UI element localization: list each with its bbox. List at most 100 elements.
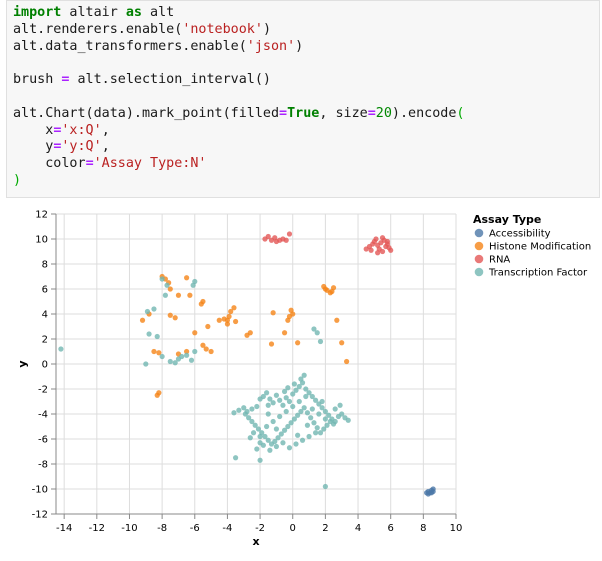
y-tick-label: -2 bbox=[38, 385, 48, 396]
data-point bbox=[304, 422, 311, 428]
data-point bbox=[301, 405, 307, 411]
legend: Assay Type Accessibility Histone Modifica… bbox=[473, 213, 591, 279]
x-tick-label: 4 bbox=[355, 523, 361, 534]
data-point bbox=[249, 406, 255, 412]
data-point bbox=[319, 398, 325, 405]
code-token: = bbox=[279, 105, 288, 121]
data-point bbox=[311, 420, 317, 426]
data-point bbox=[295, 432, 301, 438]
data-point bbox=[167, 312, 173, 318]
y-tick-label: -10 bbox=[32, 485, 48, 496]
data-point bbox=[232, 455, 239, 461]
data-point bbox=[295, 340, 301, 346]
x-tick-label: 0 bbox=[290, 523, 296, 534]
code-token: , size bbox=[319, 105, 368, 121]
scatter-chart: -14 -12 -10 -8 -6 -4 -2 0 2 4 6 8 10 12 10 8 6 4 2 0 -2 -4 -6 -… bbox=[16, 210, 591, 549]
code-token: ) bbox=[13, 172, 22, 188]
y-tick-label: 6 bbox=[42, 285, 48, 296]
code-token: 'Assay Type:N' bbox=[93, 156, 207, 172]
data-point bbox=[254, 403, 260, 410]
data-point bbox=[306, 433, 312, 440]
code-token: ).encode bbox=[391, 105, 457, 121]
data-point bbox=[139, 317, 146, 323]
data-point bbox=[264, 390, 270, 396]
data-point bbox=[332, 406, 338, 412]
code-line: x='x:Q', bbox=[13, 123, 599, 140]
data-point bbox=[58, 346, 64, 352]
data-point bbox=[232, 318, 239, 325]
data-point bbox=[265, 402, 271, 408]
data-point bbox=[264, 423, 270, 430]
code-token: alt.renderers.enable( bbox=[13, 21, 183, 37]
data-point bbox=[247, 435, 253, 441]
data-point bbox=[322, 483, 328, 490]
legend-item-label: Accessibility bbox=[489, 229, 551, 240]
data-point bbox=[172, 360, 178, 366]
code-line: y='y:Q', bbox=[13, 139, 599, 156]
legend-item-label: Histone Modification bbox=[489, 242, 591, 253]
y-tick-label: -6 bbox=[38, 435, 48, 446]
data-point bbox=[146, 331, 152, 337]
data-point bbox=[281, 330, 288, 336]
code-token: ) bbox=[262, 21, 271, 37]
data-point bbox=[236, 407, 242, 413]
code-token: alt.selection_interval() bbox=[69, 72, 271, 88]
code-token: ) bbox=[295, 38, 304, 54]
data-point bbox=[179, 353, 185, 360]
data-point bbox=[339, 340, 345, 346]
x-tick-label: -2 bbox=[255, 523, 265, 534]
code-token: color bbox=[13, 156, 86, 172]
data-point bbox=[430, 488, 436, 495]
code-token: x bbox=[13, 122, 54, 138]
code-token: altair bbox=[61, 5, 126, 20]
data-point bbox=[322, 416, 328, 422]
data-point bbox=[208, 348, 214, 355]
code-line: alt.renderers.enable('notebook') bbox=[13, 22, 599, 39]
code-token: = bbox=[85, 156, 94, 172]
data-point bbox=[290, 403, 296, 410]
data-point bbox=[273, 443, 280, 450]
code-token: 'x:Q' bbox=[61, 122, 102, 138]
data-point bbox=[303, 393, 309, 400]
data-point bbox=[257, 433, 263, 440]
code-editor[interactable]: import altair as alt alt.renderers.enable… bbox=[7, 1, 599, 190]
data-point bbox=[309, 406, 315, 412]
data-point bbox=[337, 402, 343, 408]
x-axis-title: x bbox=[252, 535, 259, 548]
legend-item-label: RNA bbox=[489, 255, 510, 266]
axes: -14 -12 -10 -8 -6 -4 -2 0 2 4 6 8 10 12 10 8 6 4 2 0 -2 -4 -6 -… bbox=[32, 210, 463, 535]
y-tick-label: 0 bbox=[42, 360, 48, 371]
data-point bbox=[345, 417, 351, 423]
y-tick-label: 8 bbox=[42, 260, 48, 271]
legend-symbol bbox=[474, 241, 484, 251]
y-tick-label: 4 bbox=[42, 310, 48, 321]
data-point bbox=[277, 413, 283, 420]
code-token: y bbox=[13, 139, 54, 155]
data-point bbox=[288, 307, 294, 313]
data-point bbox=[314, 330, 320, 336]
data-point bbox=[162, 292, 168, 298]
data-point bbox=[200, 298, 206, 305]
data-point bbox=[216, 317, 222, 323]
code-cell[interactable]: import altair as alt alt.renderers.enable… bbox=[6, 0, 600, 198]
data-point bbox=[154, 333, 160, 340]
code-token: alt bbox=[142, 5, 175, 20]
data-point bbox=[188, 357, 195, 363]
data-point bbox=[205, 323, 211, 330]
code-token: = bbox=[367, 105, 376, 121]
data-point bbox=[203, 346, 209, 352]
data-point bbox=[257, 457, 263, 463]
data-point bbox=[267, 447, 273, 453]
y-tick-label: 10 bbox=[35, 235, 48, 246]
y-tick-label: -12 bbox=[32, 510, 48, 521]
x-tick-label: -14 bbox=[56, 523, 72, 534]
data-point bbox=[156, 390, 162, 396]
y-axis-title: y bbox=[16, 360, 29, 367]
data-point bbox=[425, 491, 431, 497]
data-point bbox=[330, 421, 337, 427]
data-point bbox=[270, 418, 276, 425]
data-point bbox=[388, 247, 394, 253]
code-token: 20 bbox=[375, 105, 392, 121]
data-point bbox=[283, 408, 289, 415]
output-area: -14 -12 -10 -8 -6 -4 -2 0 2 4 6 8 10 12 10 8 6 4 2 0 -2 -4 -6 -… bbox=[0, 204, 602, 557]
